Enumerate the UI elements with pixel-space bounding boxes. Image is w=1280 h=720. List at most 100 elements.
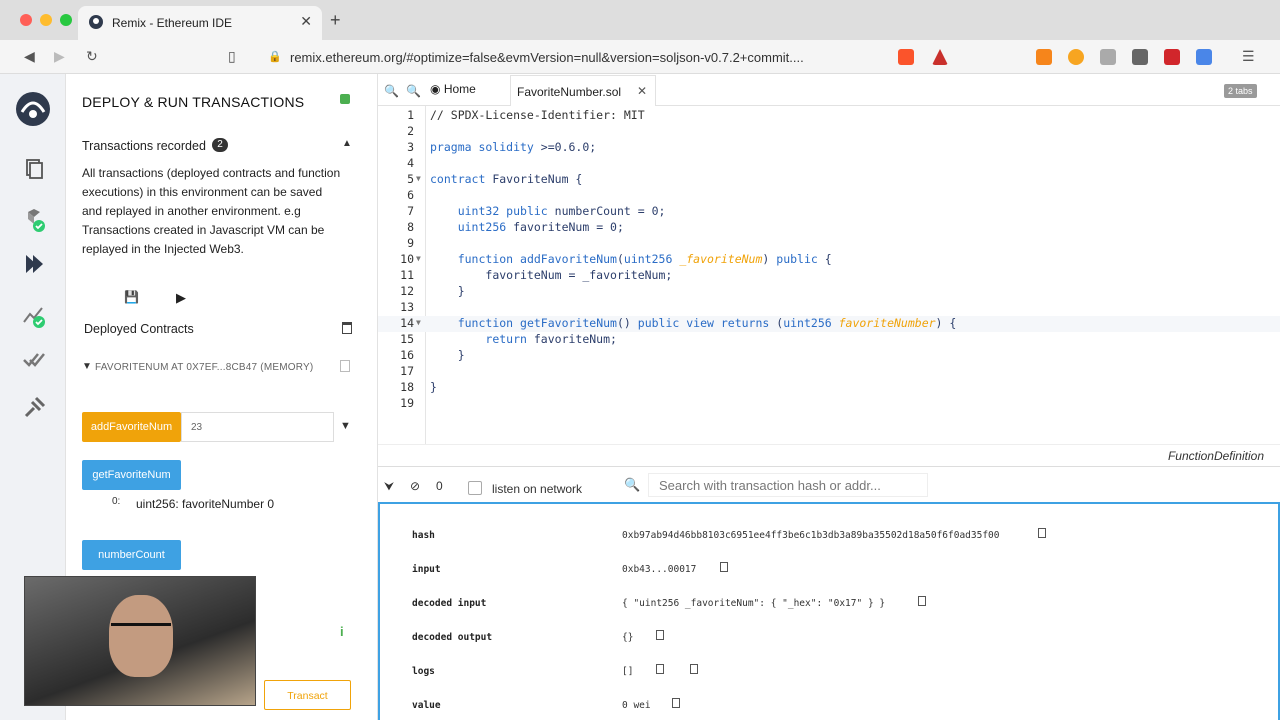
extension-red-icon[interactable] — [1164, 49, 1180, 65]
add-favorite-num-button[interactable]: addFavoriteNum — [82, 412, 181, 442]
code-line: 15 return favoriteNum; — [400, 332, 617, 346]
add-favorite-num-input[interactable]: 23 — [181, 412, 334, 442]
code-line: 18} — [400, 380, 437, 394]
code-line: 9 — [407, 236, 414, 250]
tx-detail-row: decoded output {} — [412, 630, 1272, 648]
forward-icon[interactable]: ▶ — [54, 48, 65, 65]
tx-detail-row: logs [] — [412, 664, 1272, 682]
brave-rewards-icon[interactable] — [932, 49, 948, 65]
extension-gray-icon[interactable] — [1100, 49, 1116, 65]
editor-tab-row: 🔍 🔍 ◉ Home FavoriteNumber.sol ✕ 2 tabs — [378, 74, 1280, 106]
back-icon[interactable]: ◀ — [24, 48, 35, 65]
clear-console-icon[interactable]: ⊘ — [410, 479, 420, 493]
get-favorite-num-button[interactable]: getFavoriteNum — [82, 460, 181, 490]
browser-tab-strip: Remix - Ethereum IDE ✕ + — [0, 0, 1280, 40]
code-line: 10 ▼ function addFavoriteNum(uint256 _fav… — [400, 252, 832, 266]
tx-value: 0xb43...00017 — [622, 564, 697, 575]
code-line: 7 uint32 public numberCount = 0; — [407, 204, 666, 218]
tx-key: decoded input — [412, 598, 487, 609]
plugin-manager-icon[interactable] — [22, 396, 46, 420]
tx-detail-row: decoded input { "uint256 _favoriteNum": … — [412, 596, 1272, 614]
maximize-window-button[interactable] — [60, 14, 72, 26]
collapse-terminal-icon[interactable]: ⮟ — [384, 479, 394, 494]
transaction-search-input[interactable]: Search with transaction hash or addr... — [648, 473, 928, 497]
url-text: remix.ethereum.org/#optimize=false&evmVe… — [290, 50, 804, 65]
run-scenario-icon[interactable]: ▶ — [176, 290, 186, 306]
listen-network-checkbox[interactable] — [468, 481, 482, 495]
code-line: 3 pragma solidity >=0.6.0; — [407, 140, 597, 154]
webcam-overlay — [24, 576, 256, 706]
code-line: 19 — [400, 396, 414, 410]
recorded-count-badge: 2 — [212, 138, 228, 152]
tx-value: 0xb97ab94d46bb8103c6951ee4ff3be6c1b3db3a… — [622, 530, 1000, 541]
info-icon[interactable]: i — [340, 624, 348, 639]
close-tab-icon[interactable]: ✕ — [637, 84, 647, 98]
tab-close-icon[interactable]: ✕ — [300, 13, 312, 30]
code-line: 1// SPDX-License-Identifier: MIT — [407, 108, 645, 122]
code-line: 16 } — [400, 348, 465, 362]
solidity-compiler-icon[interactable] — [22, 208, 46, 232]
editor-status-strip: FunctionDefinition — [378, 444, 1280, 466]
copy-icon[interactable] — [918, 596, 926, 606]
code-line: 6 — [407, 188, 414, 202]
copy-icon[interactable] — [672, 698, 680, 708]
tabs-count-badge: 2 tabs — [1224, 84, 1257, 98]
expand-params-icon[interactable]: ▼ — [340, 420, 351, 432]
recorded-description: All transactions (deployed contracts and… — [82, 166, 341, 256]
copy-icon[interactable] — [1038, 528, 1046, 538]
tx-key: hash — [412, 530, 435, 541]
remix-logo-icon[interactable] — [14, 90, 52, 128]
deployed-contracts-label: Deployed Contracts — [84, 322, 194, 336]
extension-cube-icon[interactable] — [1132, 49, 1148, 65]
home-tab-label: Home — [443, 82, 476, 96]
copy-icon[interactable] — [656, 630, 664, 640]
documentation-icon[interactable] — [340, 94, 350, 104]
menu-icon[interactable]: ☰ — [1242, 48, 1255, 65]
tx-value: {} — [622, 632, 634, 643]
number-count-button[interactable]: numberCount — [82, 540, 181, 570]
metamask-icon[interactable] — [1036, 49, 1052, 65]
translate-icon[interactable] — [1196, 49, 1212, 65]
tx-value: 0 wei — [622, 700, 651, 711]
file-explorer-icon[interactable] — [22, 156, 46, 180]
tx-key: decoded output — [412, 632, 493, 643]
code-line: 8 uint256 favoriteNum = 0; — [407, 220, 624, 234]
brave-shield-icon[interactable] — [898, 49, 914, 65]
panel-title: DEPLOY & RUN TRANSACTIONS — [82, 94, 305, 110]
chevron-up-icon[interactable]: ▲ — [342, 138, 352, 149]
tx-detail-row: input 0xb43...00017 — [412, 562, 1272, 580]
zoom-in-icon[interactable]: 🔍 — [406, 84, 421, 98]
tab-favorite-number-sol[interactable]: FavoriteNumber.sol ✕ — [510, 75, 656, 106]
copy-icon[interactable] — [690, 664, 698, 674]
tab-home[interactable]: ◉ Home — [430, 82, 476, 96]
transact-button[interactable]: Transact — [264, 680, 351, 710]
context-status: FunctionDefinition — [1167, 449, 1264, 463]
tx-key: logs — [412, 666, 435, 677]
close-window-button[interactable] — [20, 14, 32, 26]
tx-key: value — [412, 700, 441, 711]
address-bar[interactable]: 🔒 remix.ethereum.org/#optimize=false&evm… — [258, 44, 890, 70]
lock-icon: 🔒 — [268, 51, 282, 63]
trash-icon[interactable] — [342, 322, 352, 334]
chevron-down-icon[interactable]: ▼ — [82, 361, 92, 372]
deploy-run-icon[interactable] — [22, 252, 46, 276]
code-line: 4 — [407, 156, 414, 170]
copy-icon[interactable] — [340, 360, 350, 372]
code-editor[interactable]: 1// SPDX-License-Identifier: MIT 2 3 prag… — [378, 106, 1280, 444]
zoom-out-icon[interactable]: 🔍 — [384, 84, 399, 98]
transactions-recorded-label[interactable]: Transactions recorded — [82, 139, 206, 153]
contract-instance-name: FAVORITENUM AT 0X7EF...8CB47 (MEMORY) — [95, 362, 314, 373]
copy-icon[interactable] — [656, 664, 664, 674]
testing-icon[interactable] — [22, 348, 46, 372]
browser-tab[interactable]: Remix - Ethereum IDE ✕ — [78, 6, 322, 40]
contract-instance-header[interactable]: ▼ FAVORITENUM AT 0X7EF...8CB47 (MEMORY) — [72, 352, 368, 382]
analysis-icon[interactable] — [22, 304, 46, 328]
save-scenario-icon[interactable]: 💾 — [124, 290, 139, 304]
minimize-window-button[interactable] — [40, 14, 52, 26]
extension-p-icon[interactable] — [1068, 49, 1084, 65]
pending-tx-count: 0 — [436, 479, 443, 493]
reload-icon[interactable]: ↻ — [86, 48, 98, 65]
new-tab-icon[interactable]: + — [330, 10, 341, 31]
bookmark-icon[interactable]: ▯ — [228, 48, 236, 65]
copy-icon[interactable] — [720, 562, 728, 572]
